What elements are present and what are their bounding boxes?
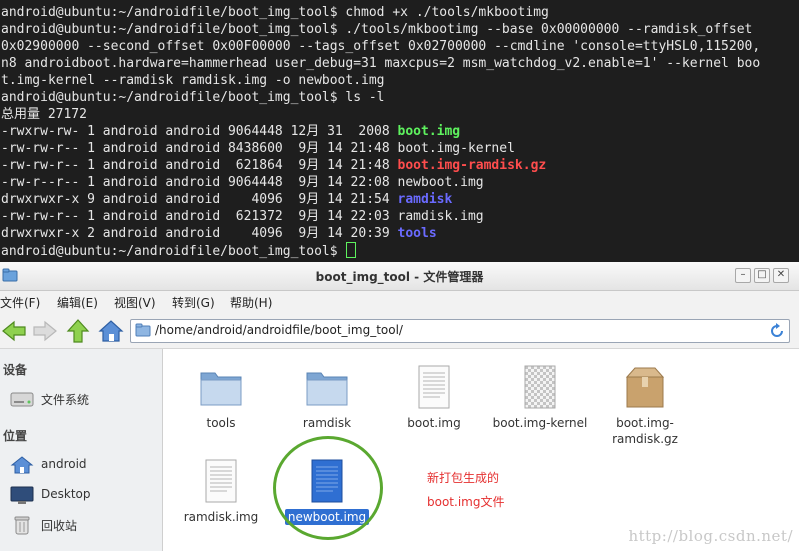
maximize-button[interactable]: □ xyxy=(754,268,770,283)
terminal-text: drwxrwxr-x 9 android android 4096 9月 14 … xyxy=(1,192,398,207)
annotation-line1: 新打包生成的 xyxy=(427,471,500,485)
highlight-circle xyxy=(273,436,383,540)
minimize-button[interactable]: – xyxy=(735,268,751,283)
terminal-line: -rw-rw-r-- 1 android android 621864 9月 1… xyxy=(0,157,799,174)
archive-icon xyxy=(625,367,665,408)
sidebar: 设备 文件系统 位置 android Desktop 回收站 xyxy=(0,349,163,551)
window-title: boot_img_tool - 文件管理器 xyxy=(315,270,484,284)
menu-edit[interactable]: 编辑(E) xyxy=(57,294,98,311)
terminal-text: android@ubuntu:~/androidfile/boot_img_to… xyxy=(1,244,346,259)
file-item-boot-img[interactable]: boot.img xyxy=(384,363,484,431)
location-path: /home/android/androidfile/boot_img_tool/ xyxy=(155,323,403,337)
desktop-icon xyxy=(10,486,34,504)
terminal-line: android@ubuntu:~/androidfile/boot_img_to… xyxy=(0,242,799,259)
annotation-line2: boot.img文件 xyxy=(427,495,505,509)
sidebar-item-filesystem[interactable]: 文件系统 xyxy=(10,387,160,411)
file-name: boot.img-kernel xyxy=(492,416,588,430)
terminal-text: boot.img xyxy=(397,124,461,139)
menu-file[interactable]: 文件(F) xyxy=(0,294,40,311)
menu-go[interactable]: 转到(G) xyxy=(172,294,215,311)
terminal-line: -rw-r--r-- 1 android android 9064448 9月 … xyxy=(0,174,799,191)
terminal-text: -rw-rw-r-- 1 android android 8438600 9月 … xyxy=(1,141,515,156)
sidebar-heading-places: 位置 xyxy=(3,429,28,443)
terminal-line: t.img-kernel --ramdisk ramdisk.img -o ne… xyxy=(0,72,799,89)
up-arrow-icon[interactable] xyxy=(64,318,92,344)
toolbar: /home/android/androidfile/boot_img_tool/ xyxy=(0,314,799,349)
menu-help[interactable]: 帮助(H) xyxy=(230,294,272,311)
sidebar-item-label: Desktop xyxy=(41,487,91,501)
file-item-boot-img-ramdisk-gz[interactable]: boot.img- ramdisk.gz xyxy=(595,363,695,447)
terminal-line: 总用量 27172 xyxy=(0,106,799,123)
terminal-line: drwxrwxr-x 2 android android 4096 9月 14 … xyxy=(0,225,799,242)
file-name: ramdisk.img xyxy=(183,510,259,524)
sidebar-item-trash[interactable]: 回收站 xyxy=(10,513,160,537)
folder-icon xyxy=(135,323,151,337)
terminal-cursor xyxy=(346,242,357,258)
terminal-line: -rw-rw-r-- 1 android android 8438600 9月 … xyxy=(0,140,799,157)
title-bar[interactable]: boot_img_tool - 文件管理器 – □ ✕ xyxy=(0,262,799,291)
terminal-line: -rwxrw-rw- 1 android android 9064448 12月… xyxy=(0,123,799,140)
terminal-text: -rw-rw-r-- 1 android android 621372 9月 1… xyxy=(1,209,484,224)
terminal-text: -rw-r--r-- 1 android android 9064448 9月 … xyxy=(1,175,484,190)
home-icon xyxy=(10,456,34,474)
refresh-icon[interactable] xyxy=(768,322,786,340)
terminal-line: 0x02900000 --second_offset 0x00F00000 --… xyxy=(0,38,799,55)
file-item-ramdisk-img[interactable]: ramdisk.img xyxy=(171,457,271,525)
back-arrow-icon[interactable] xyxy=(0,318,28,344)
terminal-text: drwxrwxr-x 2 android android 4096 9月 14 … xyxy=(1,226,398,241)
sidebar-heading-devices: 设备 xyxy=(3,363,28,377)
terminal-line: android@ubuntu:~/androidfile/boot_img_to… xyxy=(0,89,799,106)
watermark: http://blog.csdn.net/ xyxy=(628,527,793,545)
file-view[interactable]: tools ramdisk boot.img boot.img-kernel b… xyxy=(163,349,799,551)
terminal-line: -rw-rw-r-- 1 android android 621372 9月 1… xyxy=(0,208,799,225)
text-file-icon xyxy=(418,365,450,409)
terminal-text: t.img-kernel --ramdisk ramdisk.img -o ne… xyxy=(1,73,385,88)
terminal-line: drwxrwxr-x 9 android android 4096 9月 14 … xyxy=(0,191,799,208)
file-item-tools[interactable]: tools xyxy=(171,363,271,431)
terminal-line: n8 androidboot.hardware=hammerhead user_… xyxy=(0,55,799,72)
binary-file-icon xyxy=(524,365,556,409)
text-file-icon xyxy=(205,459,237,503)
sidebar-item-label: android xyxy=(41,457,87,471)
terminal-text: -rwxrw-rw- 1 android android 9064448 12月… xyxy=(1,124,398,139)
terminal-text: tools xyxy=(397,226,437,241)
terminal-text: ramdisk xyxy=(397,192,453,207)
file-name: tools xyxy=(206,416,236,430)
terminal-text: -rw-rw-r-- 1 android android 621864 9月 1… xyxy=(1,158,398,173)
file-item-ramdisk[interactable]: ramdisk xyxy=(277,363,377,431)
terminal-line: android@ubuntu:~/androidfile/boot_img_to… xyxy=(0,21,799,38)
location-bar[interactable]: /home/android/androidfile/boot_img_tool/ xyxy=(130,319,790,343)
sidebar-item-android[interactable]: android xyxy=(10,453,160,477)
sidebar-item-label: 回收站 xyxy=(41,519,78,533)
file-name: ramdisk xyxy=(302,416,352,430)
folder-icon xyxy=(200,372,242,406)
forward-arrow-icon[interactable] xyxy=(31,318,59,344)
file-item-boot-img-kernel[interactable]: boot.img-kernel xyxy=(490,363,590,431)
terminal-line: android@ubuntu:~/androidfile/boot_img_to… xyxy=(0,4,799,21)
menu-bar: 文件(F) 编辑(E) 视图(V) 转到(G) 帮助(H) xyxy=(0,291,799,313)
terminal-text: 总用量 27172 xyxy=(1,107,87,122)
terminal-text: android@ubuntu:~/androidfile/boot_img_to… xyxy=(1,5,549,20)
close-button[interactable]: ✕ xyxy=(773,268,789,283)
terminal-text: boot.img-ramdisk.gz xyxy=(397,158,547,173)
terminal-text: android@ubuntu:~/androidfile/boot_img_to… xyxy=(1,90,385,105)
menu-view[interactable]: 视图(V) xyxy=(114,294,156,311)
folder-icon xyxy=(306,372,348,406)
terminal-text: n8 androidboot.hardware=hammerhead user_… xyxy=(1,56,761,71)
sidebar-item-label: 文件系统 xyxy=(41,393,90,407)
terminal-text: 0x02900000 --second_offset 0x00F00000 --… xyxy=(1,39,761,54)
terminal-window[interactable]: android@ubuntu:~/androidfile/boot_img_to… xyxy=(0,0,799,262)
file-manager-window: boot_img_tool - 文件管理器 – □ ✕ 文件(F) 编辑(E) … xyxy=(0,262,799,551)
terminal-text: android@ubuntu:~/androidfile/boot_img_to… xyxy=(1,22,753,37)
drive-icon xyxy=(10,392,34,407)
file-name: boot.img- ramdisk.gz xyxy=(612,416,678,446)
file-name: boot.img xyxy=(407,416,461,430)
home-icon[interactable] xyxy=(97,318,125,344)
sidebar-item-desktop[interactable]: Desktop xyxy=(10,483,160,507)
trash-icon xyxy=(14,516,30,535)
